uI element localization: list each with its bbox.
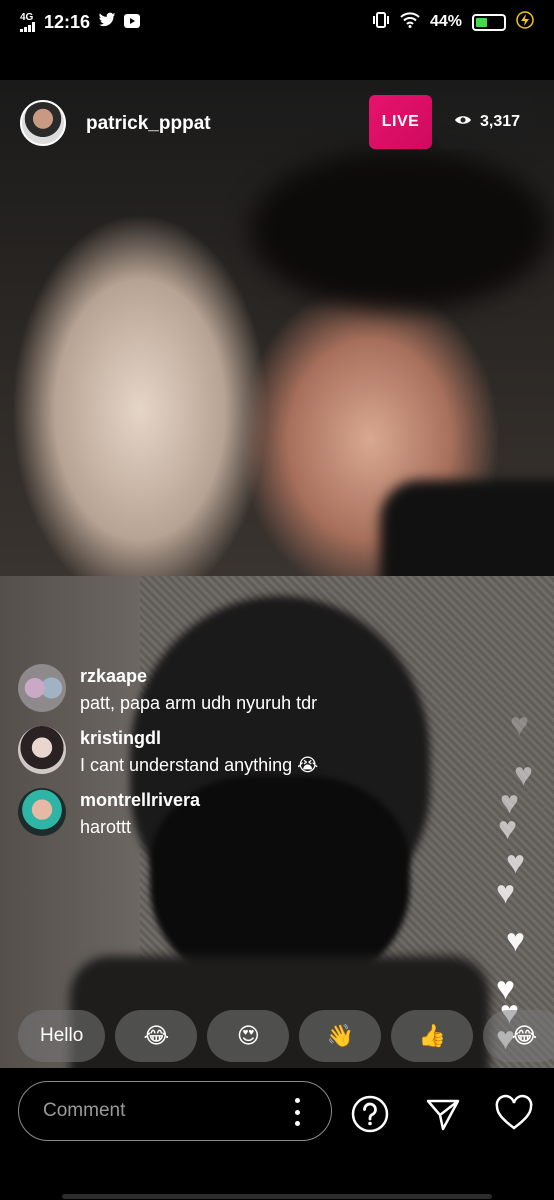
quick-reply-bar: Hello 😂 😍 👋 👍 😂 bbox=[18, 1010, 554, 1062]
commenter-avatar[interactable] bbox=[18, 788, 66, 836]
comment-text: I cant understand anything 😭 bbox=[80, 755, 319, 775]
battery-fill bbox=[476, 17, 488, 27]
host-shirt bbox=[380, 480, 554, 576]
heart-icon: ♥ bbox=[498, 810, 517, 846]
viewer-count[interactable]: 3,317 bbox=[439, 95, 535, 149]
wifi-icon bbox=[400, 11, 420, 33]
charging-icon bbox=[516, 10, 534, 34]
signal-icon: 4G bbox=[20, 11, 36, 32]
status-left: 4G 12:16 bbox=[20, 11, 141, 33]
comment-text: patt, papa arm udh nyuruh tdr bbox=[80, 693, 318, 713]
quick-reply-wave[interactable]: 👋 bbox=[299, 1010, 382, 1062]
send-icon[interactable] bbox=[421, 1092, 465, 1136]
question-icon[interactable] bbox=[348, 1092, 392, 1136]
comment-input[interactable] bbox=[43, 1096, 283, 1126]
comment-item[interactable]: kristingdl I cant understand anything 😭 bbox=[18, 726, 418, 776]
gesture-bar[interactable] bbox=[62, 1194, 492, 1199]
commenter-username[interactable]: kristingdl bbox=[80, 728, 318, 749]
eye-icon bbox=[454, 113, 472, 131]
status-bar: 4G 12:16 44% bbox=[0, 0, 554, 44]
network-label: 4G bbox=[20, 11, 34, 23]
more-options-icon[interactable] bbox=[287, 1095, 307, 1129]
battery-percent: 44% bbox=[429, 13, 462, 30]
host-hair bbox=[250, 150, 550, 310]
heart-icon: ♥ bbox=[496, 874, 515, 910]
commenter-username[interactable]: rzkaape bbox=[80, 666, 317, 687]
viewer-count-value: 3,317 bbox=[479, 113, 521, 130]
vibrate-icon bbox=[372, 11, 390, 33]
host-avatar[interactable] bbox=[20, 100, 66, 146]
comment-item[interactable]: rzkaape patt, papa arm udh nyuruh tdr bbox=[18, 664, 418, 714]
live-header: patrick_pppat LIVE 3,317 bbox=[0, 92, 554, 158]
quick-reply-laugh[interactable]: 😂 bbox=[115, 1010, 198, 1062]
commenter-username[interactable]: montrellrivera bbox=[80, 790, 200, 811]
comment-list: rzkaape patt, papa arm udh nyuruh tdr kr… bbox=[18, 664, 418, 850]
commenter-avatar[interactable] bbox=[18, 664, 66, 712]
host-username[interactable]: patrick_pppat bbox=[86, 113, 211, 135]
battery-icon bbox=[472, 13, 506, 31]
comment-box[interactable] bbox=[18, 1081, 332, 1141]
bottom-bar bbox=[0, 1068, 554, 1200]
commenter-avatar[interactable] bbox=[18, 726, 66, 774]
heart-icon: ♥ bbox=[506, 922, 525, 958]
live-badge: LIVE bbox=[369, 95, 432, 149]
twitter-icon bbox=[98, 12, 116, 33]
quick-reply-heart-eyes[interactable]: 😍 bbox=[207, 1010, 290, 1062]
comment-text: harottt bbox=[80, 817, 132, 837]
heart-icon: ♥ bbox=[510, 706, 529, 742]
quick-reply-hello[interactable]: Hello bbox=[18, 1010, 106, 1062]
clock: 12:16 bbox=[44, 11, 91, 32]
youtube-icon bbox=[124, 12, 141, 33]
quick-reply-laugh-2[interactable]: 😂 bbox=[483, 1010, 554, 1062]
status-right: 44% bbox=[372, 10, 534, 34]
comment-item[interactable]: montrellrivera harottt bbox=[18, 788, 418, 838]
heart-icon[interactable] bbox=[492, 1092, 536, 1136]
quick-reply-thumbs-up[interactable]: 👍 bbox=[391, 1010, 474, 1062]
